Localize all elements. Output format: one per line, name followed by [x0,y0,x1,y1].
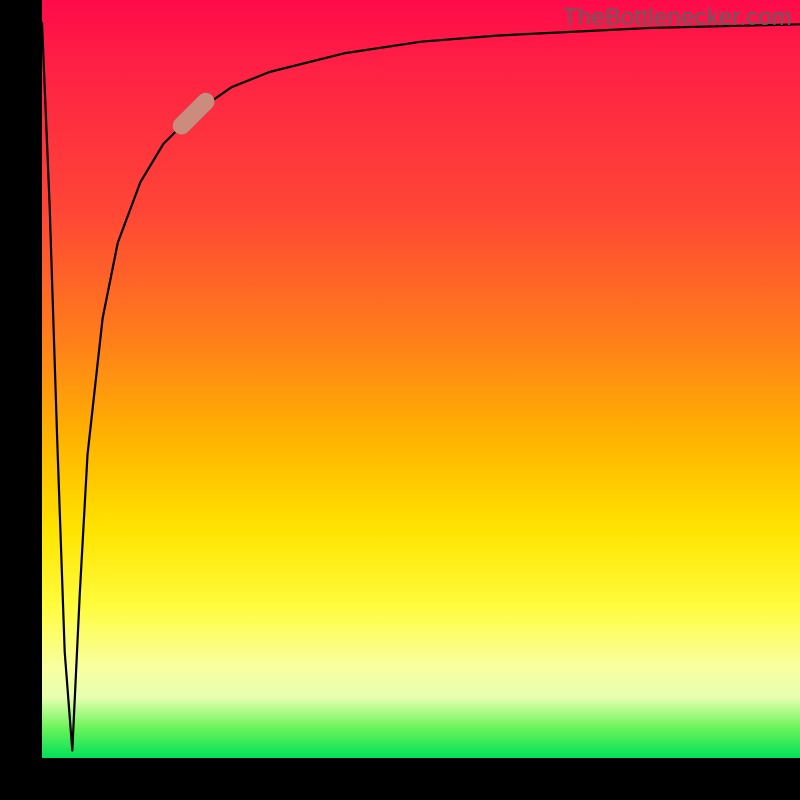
attribution-label: TheBottlenecker.com [563,4,792,32]
axis-x-strip [0,758,800,800]
bottleneck-curve [42,23,800,751]
chart-svg [42,0,800,758]
curve-marker [169,89,218,138]
chart-stage: TheBottlenecker.com [0,0,800,800]
axis-y-strip [0,0,42,800]
plot-area: TheBottlenecker.com [42,0,800,758]
